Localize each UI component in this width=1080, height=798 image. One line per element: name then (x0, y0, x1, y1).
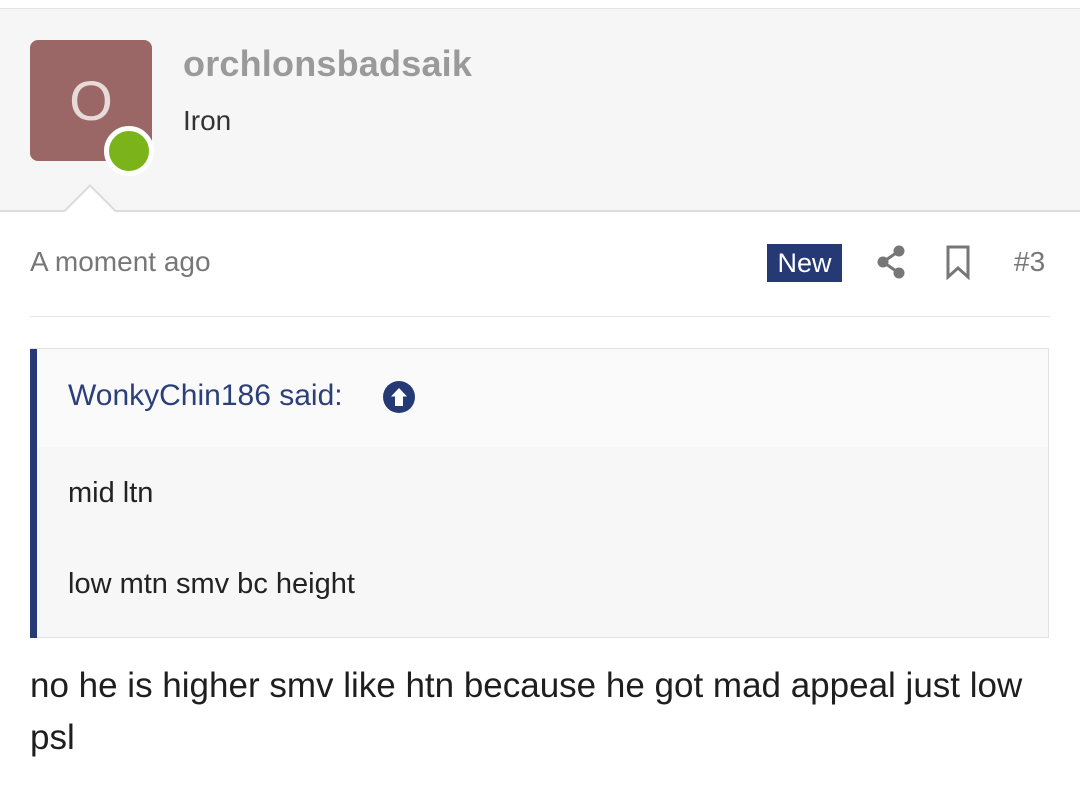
new-badge: New (767, 244, 842, 282)
post-body-text: no he is higher smv like htn because he … (30, 666, 1023, 757)
quote-block: WonkyChin186 said: mid ltn low mtn smv b… (30, 348, 1049, 638)
user-header: O orchlonsbadsaik Iron (0, 9, 1080, 212)
bookmark-icon[interactable] (944, 244, 972, 280)
quote-author-link[interactable]: WonkyChin186 said: (68, 379, 343, 413)
quote-line: mid ltn (68, 477, 154, 509)
online-status-indicator (104, 126, 154, 176)
user-title: Iron (183, 105, 232, 136)
share-icon[interactable] (875, 242, 907, 282)
post-meta: A moment ago New #3 (30, 238, 1050, 288)
quote-header: WonkyChin186 said: (37, 349, 1048, 447)
quote-line: low mtn smv bc height (68, 568, 355, 600)
avatar-letter: O (69, 69, 113, 132)
quote-accent-bar (30, 349, 37, 638)
header-pointer-fill (64, 187, 116, 213)
post-number-link[interactable]: #3 (1014, 246, 1045, 278)
arrow-up-circle-icon[interactable] (382, 380, 416, 414)
post-timestamp[interactable]: A moment ago (30, 246, 211, 278)
meta-divider (30, 316, 1050, 317)
username-link[interactable]: orchlonsbadsaik (183, 43, 472, 85)
